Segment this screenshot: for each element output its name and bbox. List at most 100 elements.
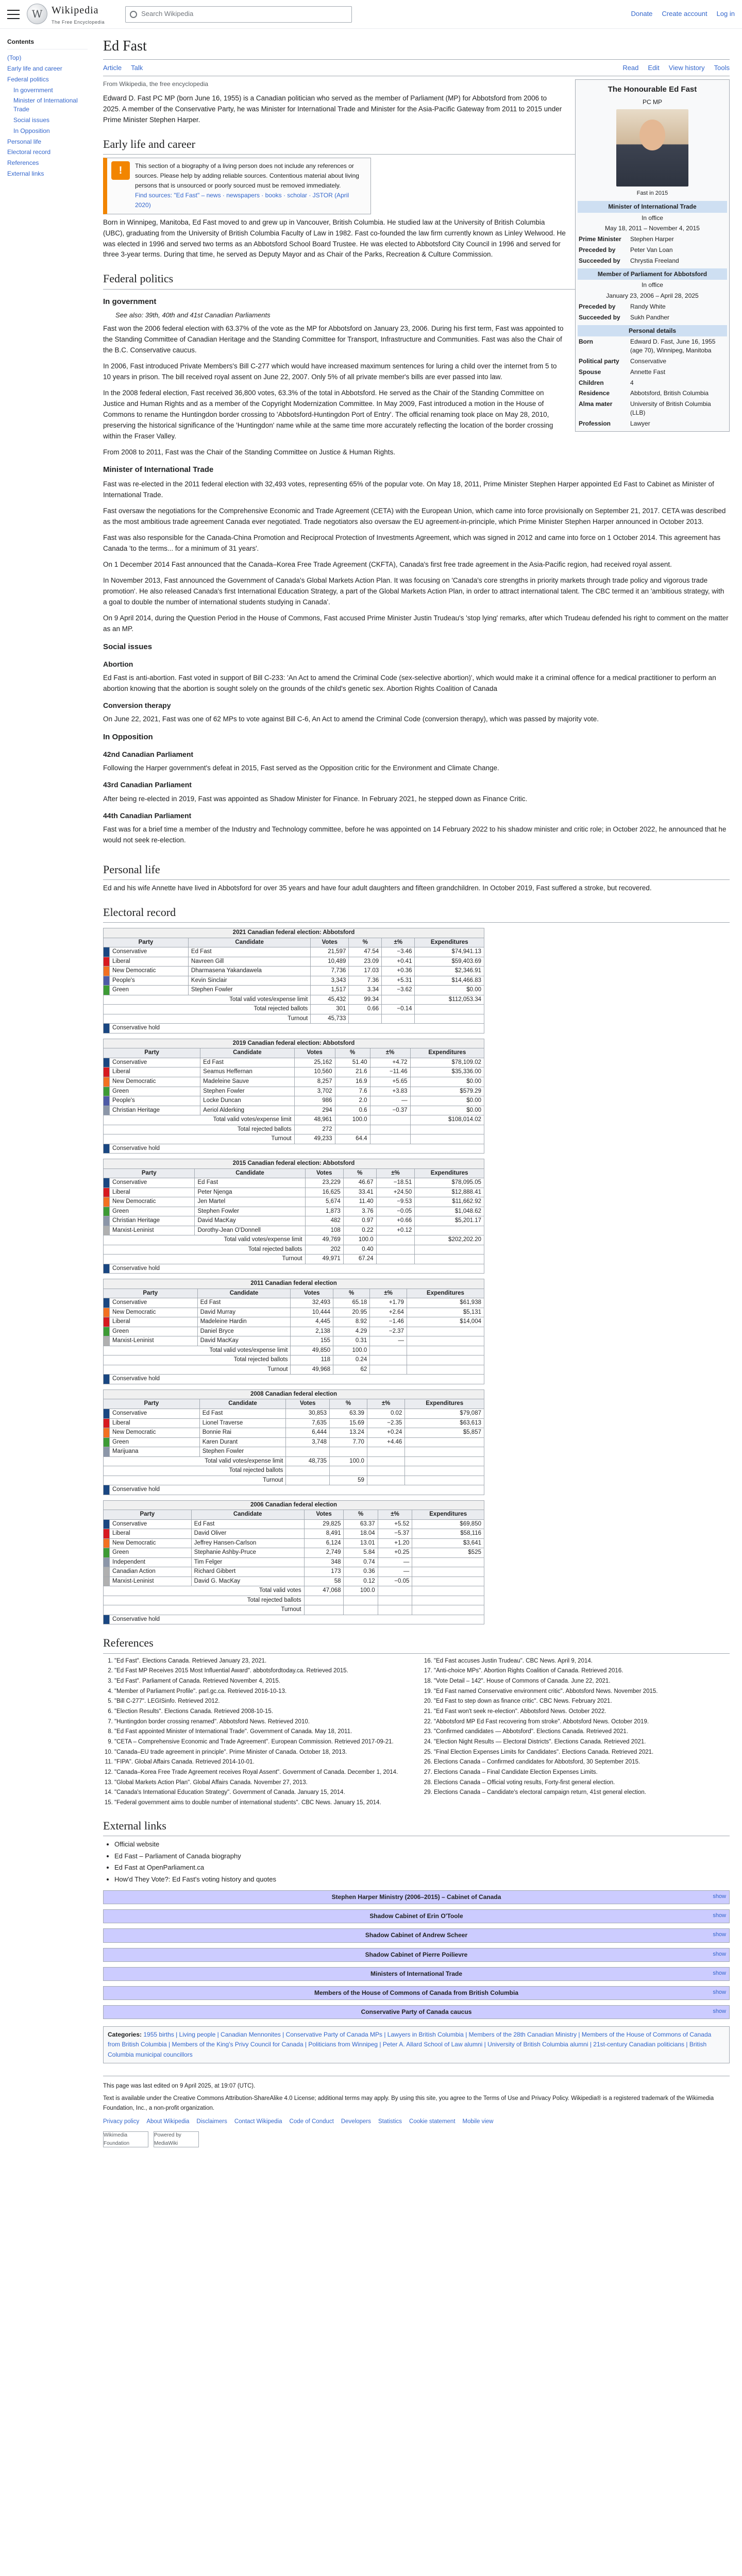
candidate-cell[interactable]: Lionel Traverse xyxy=(199,1418,286,1429)
party-cell[interactable]: Conservative xyxy=(109,947,189,957)
table-caption[interactable]: 2011 Canadian federal election xyxy=(103,1279,484,1289)
category-link[interactable]: | 21st-century Canadian politicians xyxy=(588,2041,684,2048)
table-caption[interactable]: 2021 Canadian federal election: Abbotsfo… xyxy=(103,928,484,938)
navbox-toggle[interactable]: show xyxy=(713,1969,726,1978)
reference-item[interactable]: "CETA – Comprehensive Economic and Trade… xyxy=(114,1738,410,1747)
party-cell[interactable]: People's xyxy=(109,1096,201,1106)
party-cell[interactable]: Marxist-Leninist xyxy=(109,1225,195,1236)
party-cell[interactable]: New Democratic xyxy=(109,1076,201,1087)
navbox-title[interactable]: Shadow Cabinet of Pierre Poilievre show xyxy=(104,1948,729,1961)
candidate-cell[interactable]: Ed Fast xyxy=(200,1057,295,1068)
footer-link[interactable]: Mobile view xyxy=(463,2117,494,2126)
party-cell[interactable]: Green xyxy=(109,1326,198,1337)
tab-talk[interactable]: Talk xyxy=(131,63,143,74)
hold-label[interactable]: Conservative hold xyxy=(109,1614,484,1625)
candidate-cell[interactable]: Stephen Fowler xyxy=(188,985,311,995)
table-caption[interactable]: 2015 Canadian federal election: Abbotsfo… xyxy=(103,1159,484,1169)
reference-item[interactable]: "Vote Detail – 142". House of Commons of… xyxy=(434,1677,730,1686)
candidate-cell[interactable]: Daniel Bryce xyxy=(197,1326,291,1337)
reference-item[interactable]: Elections Canada – Candidate's electoral… xyxy=(434,1788,730,1797)
party-cell[interactable]: Conservative xyxy=(109,1298,198,1308)
categories-label[interactable]: Categories: xyxy=(108,2031,142,2038)
party-cell[interactable]: Green xyxy=(109,985,189,995)
footer-link[interactable]: About Wikipedia xyxy=(146,2117,189,2126)
footer-badge[interactable]: Powered by MediaWiki xyxy=(154,2131,199,2148)
main-menu-icon[interactable] xyxy=(7,9,20,19)
reference-item[interactable]: "Ed Fast to step down as finance critic"… xyxy=(434,1697,730,1706)
category-link[interactable]: 1955 births xyxy=(143,2031,174,2038)
party-cell[interactable]: Liberal xyxy=(109,1418,200,1429)
category-link[interactable]: | Conservative Party of Canada MPs xyxy=(281,2031,382,2038)
party-cell[interactable]: New Democratic xyxy=(109,1538,192,1549)
reference-item[interactable]: "Ed Fast named Conservative environment … xyxy=(434,1687,730,1696)
party-cell[interactable]: Marxist-Leninist xyxy=(109,1576,192,1587)
navbox-toggle[interactable]: show xyxy=(713,1911,726,1921)
toc-item[interactable]: (Top) xyxy=(7,53,88,63)
party-cell[interactable]: Green xyxy=(109,1206,195,1217)
external-link[interactable]: How'd They Vote?: Ed Fast's voting histo… xyxy=(114,1874,730,1885)
candidate-cell[interactable]: Jeffrey Hansen-Carlson xyxy=(191,1538,305,1549)
party-cell[interactable]: New Democratic xyxy=(109,1197,195,1207)
office-heading[interactable]: Member of Parliament for Abbotsford xyxy=(578,268,727,280)
footer-link[interactable]: Statistics xyxy=(378,2117,402,2126)
portrait-photo[interactable] xyxy=(616,109,688,187)
category-link[interactable]: | Lawyers in British Columbia xyxy=(382,2031,464,2038)
party-cell[interactable]: Green xyxy=(109,1548,192,1558)
footer-link[interactable]: Cookie statement xyxy=(409,2117,456,2126)
candidate-cell[interactable]: Ed Fast xyxy=(194,1178,306,1188)
reference-item[interactable]: "Huntingdon border crossing renamed". Ab… xyxy=(114,1718,410,1726)
reference-item[interactable]: "Global Markets Action Plan". Global Aff… xyxy=(114,1778,410,1787)
notice-sources[interactable]: Find sources: "Ed Fast" – news · newspap… xyxy=(135,191,366,210)
reference-item[interactable]: Elections Canada – Final Candidate Elect… xyxy=(434,1768,730,1777)
navbox-toggle[interactable]: show xyxy=(713,1892,726,1902)
party-cell[interactable]: Conservative xyxy=(109,1057,201,1068)
reference-item[interactable]: "Final Election Expenses Limits for Cand… xyxy=(434,1748,730,1757)
reference-item[interactable]: "Federal government aims to double numbe… xyxy=(114,1799,410,1807)
reference-item[interactable]: "Ed Fast accuses Justin Trudeau". CBC Ne… xyxy=(434,1657,730,1666)
party-cell[interactable]: Canadian Action xyxy=(109,1567,192,1577)
footer-link[interactable]: Privacy policy xyxy=(103,2117,139,2126)
category-link[interactable]: | University of British Columbia alumni xyxy=(482,2041,588,2048)
reference-item[interactable]: "Canada's International Education Strate… xyxy=(114,1788,410,1797)
party-cell[interactable]: Green xyxy=(109,1086,201,1097)
candidate-cell[interactable]: David MacKay xyxy=(197,1336,291,1346)
party-cell[interactable]: Conservative xyxy=(109,1519,192,1530)
party-cell[interactable]: Liberal xyxy=(109,1317,198,1327)
footer-badge[interactable]: Wikimedia Foundation xyxy=(103,2131,148,2148)
category-link[interactable]: | Canadian Mennonites xyxy=(215,2031,281,2038)
toc-item[interactable]: In Opposition xyxy=(7,126,88,137)
party-cell[interactable]: Conservative xyxy=(109,1409,200,1419)
alma-mater-link[interactable]: University of British Columbia (LLB) xyxy=(630,400,726,417)
toc-item[interactable]: External links xyxy=(7,168,88,179)
candidate-cell[interactable]: Dorothy-Jean O'Donnell xyxy=(194,1225,306,1236)
party-cell[interactable]: Liberal xyxy=(109,1529,192,1539)
hold-label[interactable]: Conservative hold xyxy=(109,1023,484,1033)
party-cell[interactable]: People's xyxy=(109,975,189,986)
hold-label[interactable]: Conservative hold xyxy=(109,1263,484,1274)
party-cell[interactable]: Independent xyxy=(109,1557,192,1568)
candidate-cell[interactable]: David G. MacKay xyxy=(191,1576,305,1587)
candidate-cell[interactable]: Madeleine Hardin xyxy=(197,1317,291,1327)
succeeded-link[interactable]: Sukh Pandher xyxy=(630,313,726,322)
toc-item[interactable]: In government xyxy=(7,85,88,96)
reference-item[interactable]: "Ed Fast won't seek re-election". Abbots… xyxy=(434,1707,730,1716)
party-cell[interactable]: Liberal xyxy=(109,1067,201,1077)
external-link[interactable]: Official website xyxy=(114,1839,730,1850)
reference-item[interactable]: "Canada–Korea Free Trade Agreement recei… xyxy=(114,1768,410,1777)
party-cell[interactable]: Christian Heritage xyxy=(109,1216,195,1226)
toc-item[interactable]: Personal life xyxy=(7,137,88,147)
footer-link[interactable]: Contact Wikipedia xyxy=(234,2117,282,2126)
candidate-cell[interactable]: Stephanie Ashby-Pruce xyxy=(191,1548,305,1558)
table-caption[interactable]: 2019 Canadian federal election: Abbotsfo… xyxy=(103,1038,484,1049)
navbox-toggle[interactable]: show xyxy=(713,2007,726,2016)
category-link[interactable]: | Politicians from Winnipeg xyxy=(303,2041,378,2048)
tab-view-history[interactable]: View history xyxy=(669,63,705,74)
navbox-title[interactable]: Shadow Cabinet of Andrew Scheer show xyxy=(104,1929,729,1942)
candidate-cell[interactable]: Aeriol Alderking xyxy=(200,1105,295,1116)
candidate-cell[interactable]: Tim Felger xyxy=(191,1557,305,1568)
candidate-cell[interactable]: Stephen Fowler xyxy=(200,1086,295,1097)
reference-item[interactable]: "Anti-choice MPs". Abortion Rights Coali… xyxy=(434,1667,730,1675)
party-cell[interactable]: Green xyxy=(109,1437,200,1448)
candidate-cell[interactable]: Navreen Gill xyxy=(188,956,311,967)
hold-label[interactable]: Conservative hold xyxy=(109,1374,484,1384)
